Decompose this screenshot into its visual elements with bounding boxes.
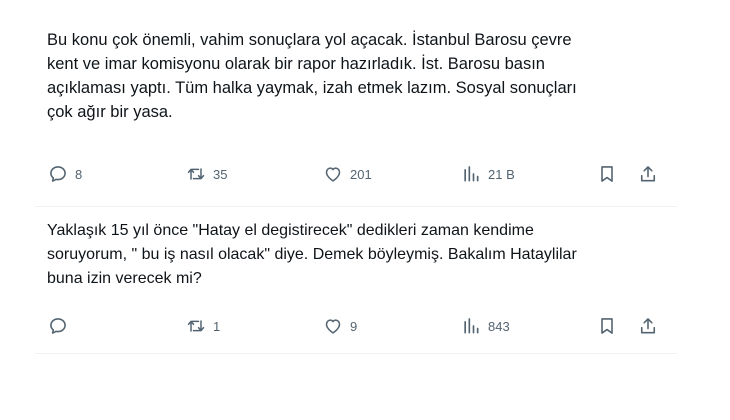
bookmark-button[interactable]	[596, 314, 618, 338]
views-icon	[460, 315, 482, 337]
retweet-count: 35	[213, 166, 228, 182]
retweet-icon	[185, 315, 207, 337]
share-button[interactable]	[637, 162, 659, 186]
bookmark-icon	[596, 163, 618, 185]
reply-icon	[47, 315, 69, 337]
tweet-actions: 8 35 201 21 B	[35, 162, 677, 186]
like-count: 201	[350, 166, 372, 182]
bookmark-button[interactable]	[596, 162, 618, 186]
views-icon	[460, 163, 482, 185]
like-icon	[322, 315, 344, 337]
share-button[interactable]	[637, 314, 659, 338]
bookmark-icon	[596, 315, 618, 337]
share-icon	[637, 315, 659, 337]
like-icon	[322, 163, 344, 185]
like-button[interactable]: 201	[322, 162, 372, 186]
retweet-icon	[185, 163, 207, 185]
like-count: 9	[350, 318, 358, 334]
reply-button[interactable]: 8	[47, 162, 82, 186]
reply-count: 8	[75, 166, 83, 182]
retweet-button[interactable]: 1	[185, 314, 220, 338]
tweet-actions: 1 9 843	[35, 314, 677, 338]
share-icon	[637, 163, 659, 185]
retweet-count: 1	[213, 318, 221, 334]
retweet-button[interactable]: 35	[185, 162, 227, 186]
views-button[interactable]: 21 B	[460, 162, 515, 186]
tweet-1[interactable]: Bu konu çok önemli, vahim sonuçlara yol …	[35, 0, 677, 207]
views-count: 21 B	[488, 166, 515, 182]
views-count: 843	[488, 318, 510, 334]
tweet-2[interactable]: Yaklaşık 15 yıl önce "Hatay el degistire…	[35, 207, 677, 354]
tweet-text: Bu konu çok önemli, vahim sonuçlara yol …	[47, 31, 577, 121]
views-button[interactable]: 843	[460, 314, 510, 338]
reply-icon	[47, 163, 69, 185]
reply-button[interactable]	[47, 314, 75, 338]
like-button[interactable]: 9	[322, 314, 357, 338]
tweet-text: Yaklaşık 15 yıl önce "Hatay el degistire…	[47, 222, 577, 287]
